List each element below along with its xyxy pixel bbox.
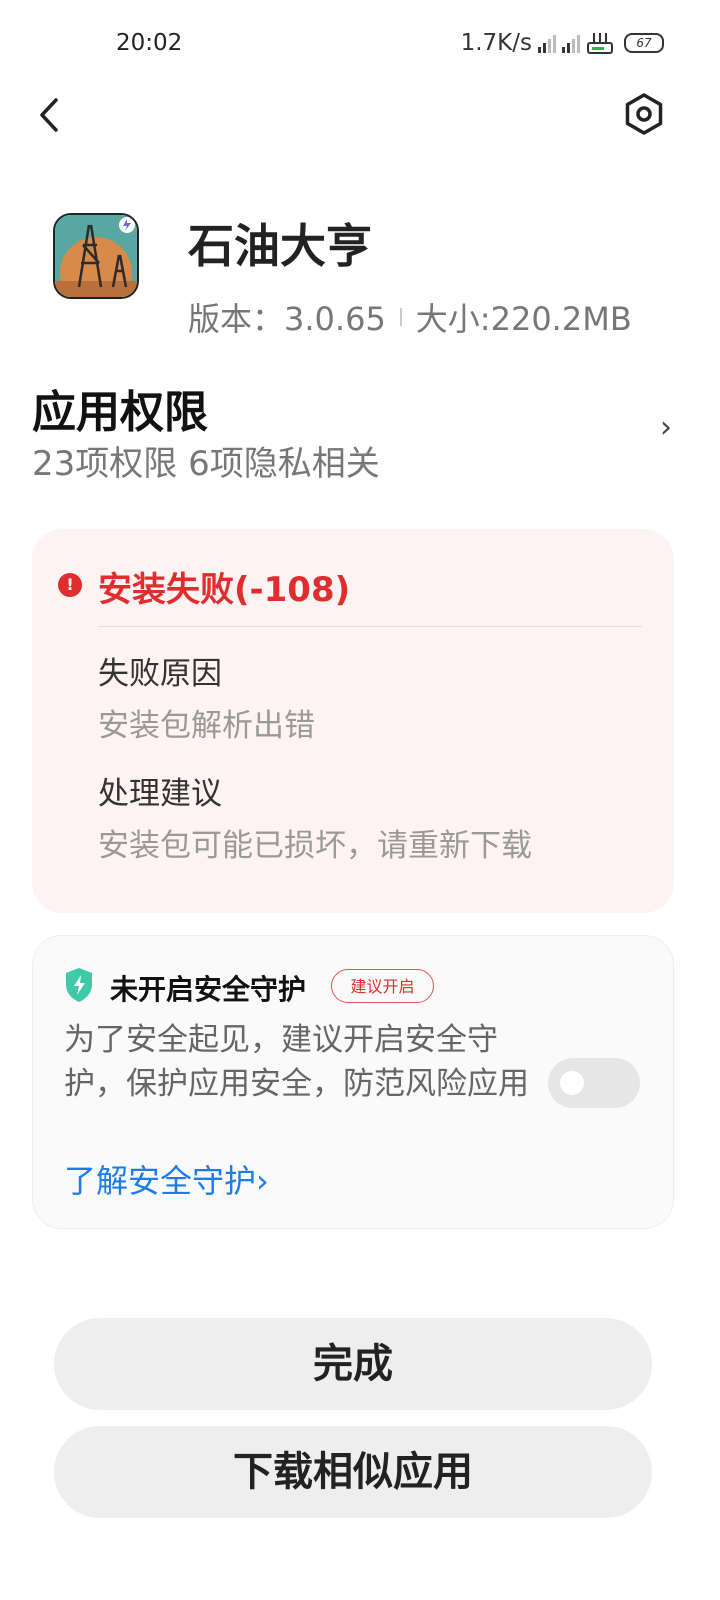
- failure-reason-label: 失败原因: [98, 656, 222, 692]
- suggestion-value: 安装包可能已损坏，请重新下载: [98, 828, 532, 864]
- back-arrow-icon[interactable]: [30, 92, 70, 138]
- status-time: 20:02: [116, 30, 183, 56]
- network-speed: 1.7K/s: [460, 30, 532, 56]
- size-value: 220.2MB: [490, 300, 632, 338]
- signal-icon: [538, 33, 556, 53]
- security-toggle[interactable]: [548, 1058, 640, 1108]
- version-label: 版本：: [188, 300, 285, 338]
- status-icons: 1.7K/s 67: [461, 30, 664, 56]
- failure-reason-value: 安装包解析出错: [98, 708, 315, 744]
- done-button[interactable]: 完成: [54, 1318, 652, 1410]
- size-label: 大小:: [415, 300, 491, 338]
- battery-icon: 67: [624, 33, 664, 53]
- router-icon: [587, 33, 613, 54]
- permissions-summary[interactable]: 23项权限 6项隐私相关: [32, 436, 380, 485]
- security-title: 未开启安全守护: [110, 973, 307, 1006]
- app-icon: [53, 213, 139, 299]
- settings-gear-icon[interactable]: [622, 92, 666, 136]
- download-similar-button[interactable]: 下载相似应用: [54, 1426, 652, 1518]
- suggestion-label: 处理建议: [98, 776, 222, 812]
- recommend-badge: 建议开启: [331, 969, 434, 1003]
- learn-security-link[interactable]: 了解安全守护›: [64, 1156, 269, 1202]
- security-description: 为了安全起见，建议开启安全守护，保护应用安全，防范风险应用: [64, 1022, 529, 1102]
- chevron-right-icon[interactable]: ›: [660, 410, 672, 445]
- app-name: 石油大亨: [188, 219, 372, 273]
- meta-divider: [399, 308, 402, 326]
- version-value: 3.0.65: [284, 300, 386, 338]
- permissions-title[interactable]: 应用权限: [32, 376, 208, 440]
- toggle-knob: [560, 1071, 584, 1095]
- shield-icon: [66, 968, 92, 1002]
- signal-icon-2: [562, 33, 580, 53]
- app-size: 大小:220.2MB: [416, 294, 632, 340]
- error-icon: !: [58, 573, 82, 597]
- error-title: 安装失败(-108): [98, 570, 351, 610]
- divider: [98, 626, 642, 627]
- app-version: 版本：3.0.65: [188, 294, 386, 340]
- app-meta: 版本：3.0.65 大小:220.2MB: [188, 294, 632, 340]
